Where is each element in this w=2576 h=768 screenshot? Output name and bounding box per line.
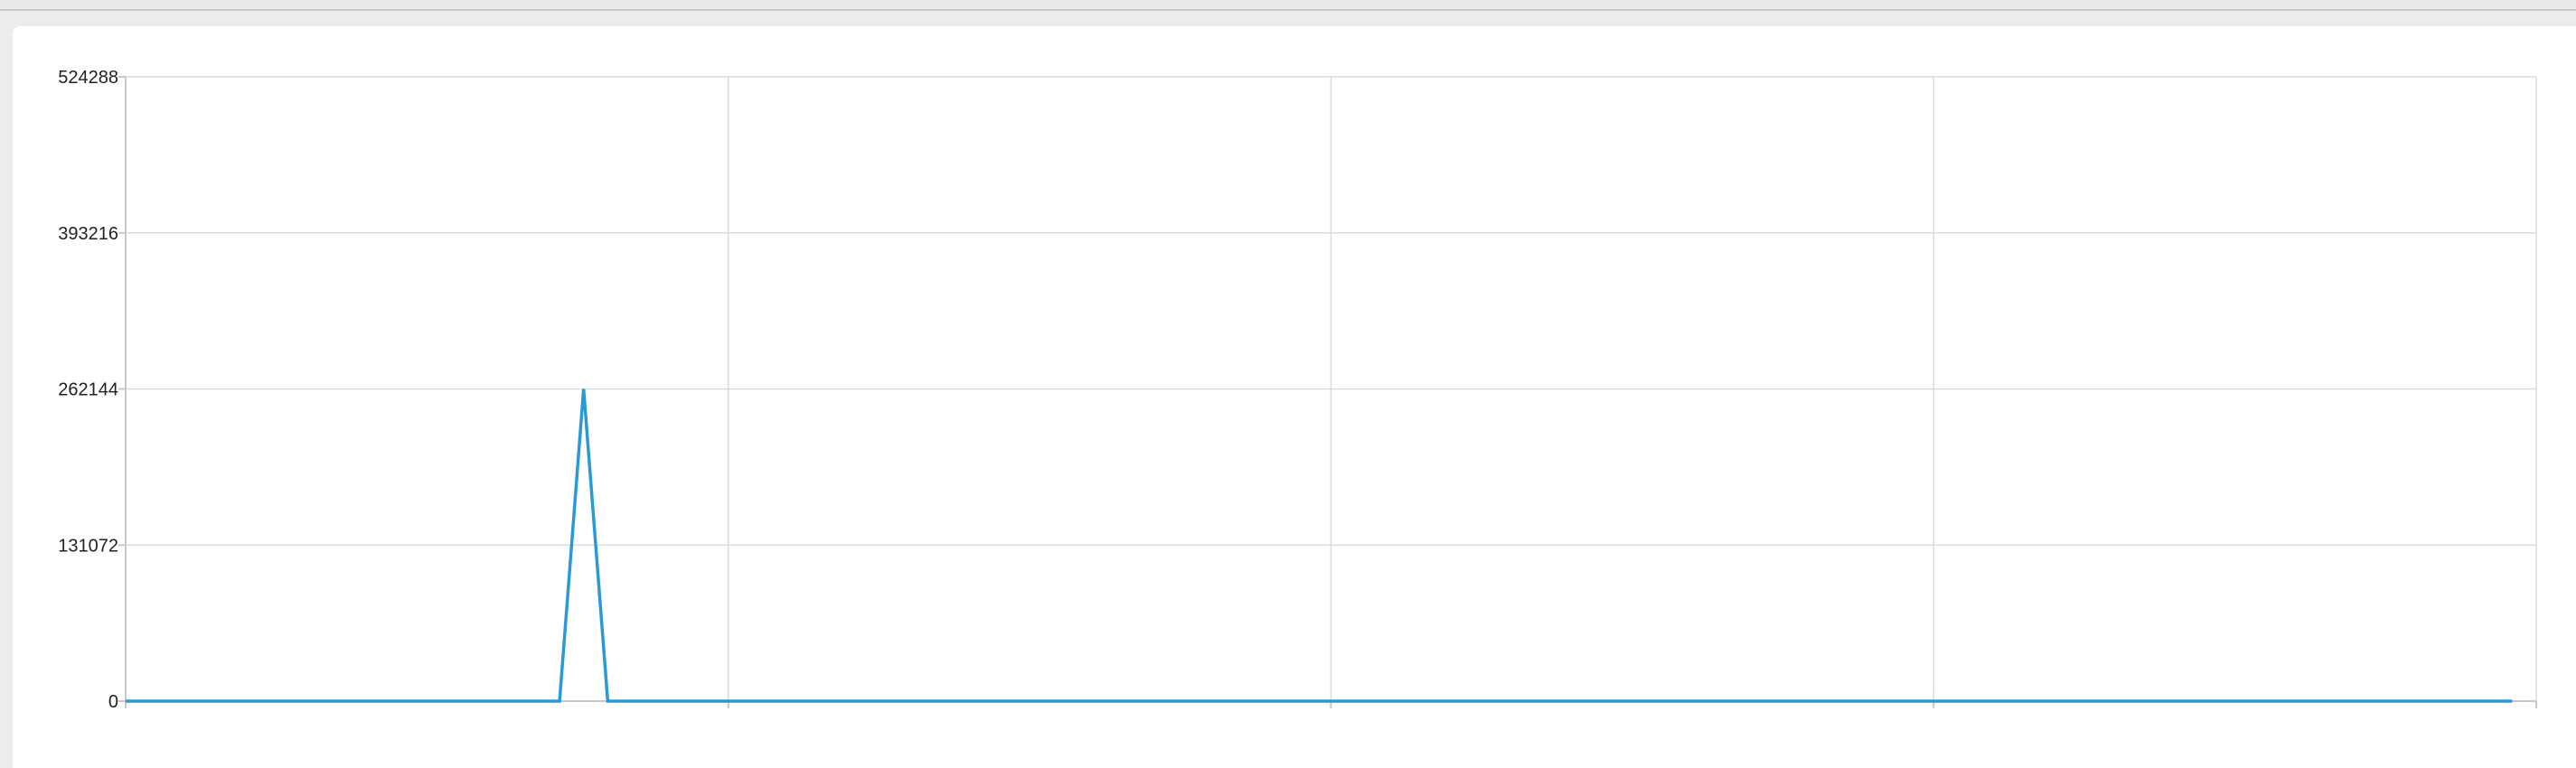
grid: [125, 76, 2537, 702]
y-tick-label: 524288: [58, 68, 118, 88]
axes: [118, 76, 2537, 708]
y-tick-label: 262144: [58, 380, 118, 400]
y-tick-label: 393216: [58, 224, 118, 244]
y-tick-label: 0: [108, 692, 118, 712]
y-tick-label: 131072: [58, 536, 118, 556]
line-chart: 0 131072 262144 393216 524288: [58, 68, 2537, 712]
y-tick-labels: 0 131072 262144 393216 524288: [58, 68, 118, 712]
